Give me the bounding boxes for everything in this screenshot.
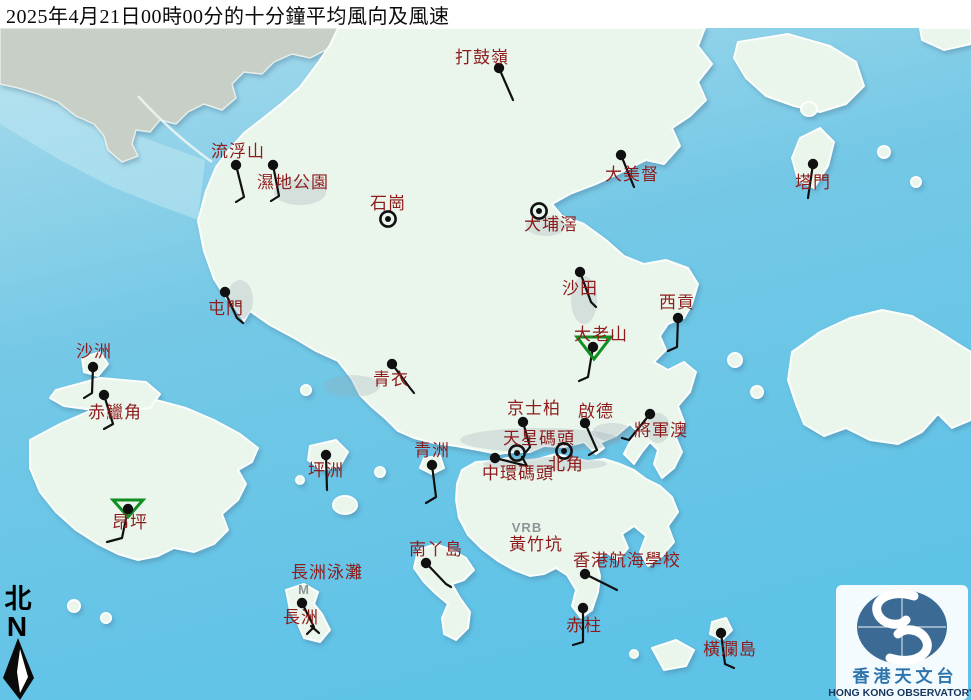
station-label: 沙田 <box>562 279 598 298</box>
station-dot <box>220 287 230 297</box>
station-label: 南丫島 <box>409 540 463 559</box>
port-shelter-islet-1 <box>728 353 742 367</box>
wind-map: 打鼓嶺流浮山濕地公園石崗 大美督 塔門大埔滘沙田西貢大老山 屯門沙洲赤鱲角 青衣京士柏啟… <box>0 0 971 700</box>
station-dot <box>716 628 726 638</box>
logo-name-chinese: 香港天文台 <box>853 666 958 686</box>
station-label: 坪洲 <box>308 461 344 480</box>
station-label: 大美督 <box>605 165 659 184</box>
station-dot <box>387 359 397 369</box>
station-dot <box>518 417 528 427</box>
compass-north-cn: 北 <box>5 584 32 614</box>
po-toi-islet <box>630 650 638 658</box>
port-shelter-islet-2 <box>751 386 763 398</box>
station-dot <box>575 267 585 277</box>
station-dot <box>490 453 500 463</box>
soko-islet-2 <box>101 613 111 623</box>
station-label: 黃竹坑 <box>509 535 563 554</box>
calm-dot <box>385 216 391 222</box>
station-note: M <box>298 582 310 597</box>
station-label: 濕地公園 <box>257 173 329 192</box>
station-label: 長洲泳灘 <box>291 563 363 582</box>
logo-name-english: HONG KONG OBSERVATORY <box>828 687 971 699</box>
station-label: 赤柱 <box>566 616 602 635</box>
station-label: 西貢 <box>659 293 695 312</box>
station-label: 青衣 <box>373 370 409 389</box>
compass-north-letter: N <box>7 611 27 642</box>
calm-dot <box>561 448 567 454</box>
land-hei-ling-chau <box>333 496 357 514</box>
station-label: 昂坪 <box>112 513 148 532</box>
station-label: 啟德 <box>578 402 614 421</box>
kau-yi-chau-islet <box>375 467 385 477</box>
station-label: 塔門 <box>795 173 831 192</box>
station-label: 中環碼頭 <box>482 464 554 483</box>
map-canvas: 打鼓嶺流浮山濕地公園石崗 大美督 塔門大埔滘沙田西貢大老山 屯門沙洲赤鱲角 青衣京士柏啟… <box>0 0 971 700</box>
station-label: 長洲 <box>283 608 319 627</box>
station-label: 大老山 <box>574 325 628 344</box>
calm-dot <box>536 208 542 214</box>
station-dot <box>268 160 278 170</box>
station-label: 青洲 <box>414 441 450 460</box>
station-note: VRB <box>512 520 542 535</box>
station-label: 香港航海學校 <box>573 551 681 570</box>
station-label: 橫瀾島 <box>703 640 757 659</box>
station-label: 天星碼頭 <box>503 429 575 448</box>
station-dot <box>297 598 307 608</box>
station-dot <box>321 450 331 460</box>
station-dot <box>427 460 437 470</box>
islet-north-of-tap-mun <box>801 102 817 116</box>
station-label: 沙洲 <box>76 342 112 361</box>
mirs-bay-islet-1 <box>878 146 890 158</box>
mirs-bay-islet-2 <box>911 177 921 187</box>
ma-wan-islet <box>301 385 311 395</box>
station-dot <box>645 409 655 419</box>
hko-logo: 香港天文台 HONG KONG OBSERVATORY <box>828 585 971 700</box>
station-dot <box>421 558 431 568</box>
station-label: 赤鱲角 <box>88 403 142 422</box>
station-dot <box>673 313 683 323</box>
station-dot <box>578 603 588 613</box>
station-label: 打鼓嶺 <box>455 48 509 67</box>
station-label: 流浮山 <box>211 142 265 161</box>
station-label: 石崗 <box>370 194 406 213</box>
sunshine-islet <box>296 476 304 484</box>
calm-dot <box>514 450 520 456</box>
station-dot <box>808 159 818 169</box>
station-dot <box>580 569 590 579</box>
station-label: 大埔滘 <box>524 215 578 234</box>
station-label: 將軍澳 <box>634 421 688 440</box>
station-label: 京士柏 <box>507 399 561 418</box>
map-title: 2025年4月21日00時00分的十分鐘平均風向及風速 <box>0 0 450 29</box>
station-dot <box>231 160 241 170</box>
soko-islet-1 <box>68 600 80 612</box>
title-bar: 2025年4月21日00時00分的十分鐘平均風向及風速 <box>0 0 971 28</box>
station-dot <box>88 362 98 372</box>
station-label: 屯門 <box>208 299 244 318</box>
station-dot <box>616 150 626 160</box>
station-dot <box>99 390 109 400</box>
